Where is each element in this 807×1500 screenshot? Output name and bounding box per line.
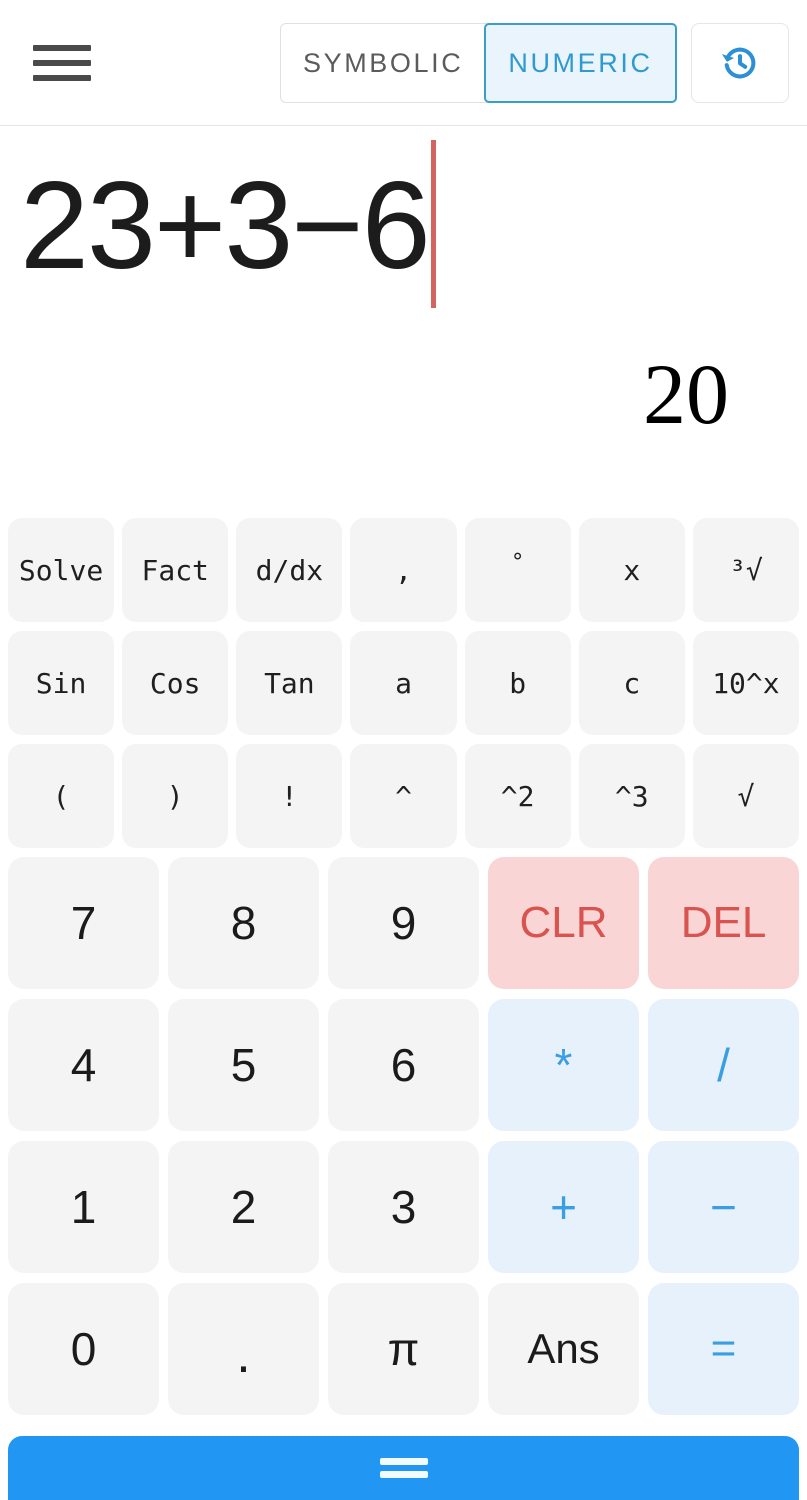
function-row-3: ( ) ! ^ ^2 ^3 √	[8, 744, 799, 848]
result-value: 20	[643, 346, 729, 442]
key-answer[interactable]: Ans	[488, 1283, 639, 1415]
key-pi[interactable]: π	[328, 1283, 479, 1415]
key-factorial[interactable]: !	[236, 744, 343, 848]
key-plus[interactable]: +	[488, 1141, 639, 1273]
function-row-1: Solve Fact d/dx , ° x ³√	[8, 518, 799, 622]
bottom-navigation-bar[interactable]	[8, 1436, 799, 1500]
key-comma[interactable]: ,	[350, 518, 457, 622]
display-area[interactable]: 23+3−6 20	[0, 126, 807, 518]
key-open-paren[interactable]: (	[8, 744, 115, 848]
tab-symbolic[interactable]: SYMBOLIC	[281, 24, 485, 102]
key-1[interactable]: 1	[8, 1141, 159, 1273]
keypad-row-2: 4 5 6 * /	[8, 999, 799, 1131]
calculator-app: SYMBOLIC NUMERIC 23+3−6 20 Solve Fact d/…	[0, 0, 807, 1500]
key-ddx[interactable]: d/dx	[236, 518, 343, 622]
tab-numeric[interactable]: NUMERIC	[484, 23, 677, 103]
key-degree[interactable]: °	[464, 518, 571, 622]
key-decimal[interactable]: .	[168, 1283, 319, 1415]
app-header: SYMBOLIC NUMERIC	[0, 0, 807, 126]
key-0[interactable]: 0	[8, 1283, 159, 1415]
key-8[interactable]: 8	[168, 857, 319, 989]
key-square[interactable]: ^2	[464, 744, 571, 848]
function-row-2: Sin Cos Tan a b c 10^x	[8, 631, 799, 735]
handle-bar-2	[379, 1471, 428, 1478]
key-fact[interactable]: Fact	[122, 518, 229, 622]
keypad-row-3: 1 2 3 + −	[8, 1141, 799, 1273]
key-2[interactable]: 2	[168, 1141, 319, 1273]
key-equals[interactable]: =	[648, 1283, 799, 1415]
key-cube[interactable]: ^3	[578, 744, 685, 848]
mode-toggle-group: SYMBOLIC NUMERIC	[280, 23, 677, 103]
key-close-paren[interactable]: )	[122, 744, 229, 848]
key-square-root[interactable]: √	[692, 744, 799, 848]
key-variable-a[interactable]: a	[350, 631, 457, 735]
key-minus[interactable]: −	[648, 1141, 799, 1273]
key-multiply[interactable]: *	[488, 999, 639, 1131]
history-button[interactable]	[691, 23, 789, 103]
key-variable-b[interactable]: b	[464, 631, 571, 735]
key-5[interactable]: 5	[168, 999, 319, 1131]
hamburger-menu-icon[interactable]	[28, 39, 96, 87]
key-solve[interactable]: Solve	[8, 518, 115, 622]
degree-glyph: °	[511, 549, 525, 575]
key-ten-power-x[interactable]: 10^x	[692, 631, 799, 735]
key-cube-root[interactable]: ³√	[692, 518, 799, 622]
key-3[interactable]: 3	[328, 1141, 479, 1273]
key-variable-c[interactable]: c	[578, 631, 685, 735]
key-cos[interactable]: Cos	[122, 631, 229, 735]
key-divide[interactable]: /	[648, 999, 799, 1131]
key-power[interactable]: ^	[350, 744, 457, 848]
key-delete[interactable]: DEL	[648, 857, 799, 989]
equals-handle-icon	[379, 1458, 428, 1478]
history-icon	[721, 47, 756, 79]
key-6[interactable]: 6	[328, 999, 479, 1131]
handle-bar-1	[379, 1458, 428, 1465]
key-clear[interactable]: CLR	[488, 857, 639, 989]
key-variable-x[interactable]: x	[578, 518, 685, 622]
keypad-row-1: 7 8 9 CLR DEL	[8, 857, 799, 989]
menu-bar-2	[33, 60, 91, 66]
expression-text: 23+3−6	[20, 157, 431, 295]
key-9[interactable]: 9	[328, 857, 479, 989]
key-4[interactable]: 4	[8, 999, 159, 1131]
menu-bar-1	[33, 45, 91, 51]
expression-line[interactable]: 23+3−6	[20, 136, 436, 316]
key-sin[interactable]: Sin	[8, 631, 115, 735]
function-keypad: Solve Fact d/dx , ° x ³√ Sin Cos Tan a b…	[0, 518, 807, 857]
key-tan[interactable]: Tan	[236, 631, 343, 735]
keypad-row-4: 0 . π Ans =	[8, 1283, 799, 1415]
text-cursor	[430, 140, 436, 308]
numeric-keypad: 7 8 9 CLR DEL 4 5 6 * / 1 2 3 + − 0 . π …	[0, 857, 807, 1436]
menu-bar-3	[33, 75, 91, 81]
key-7[interactable]: 7	[8, 857, 159, 989]
